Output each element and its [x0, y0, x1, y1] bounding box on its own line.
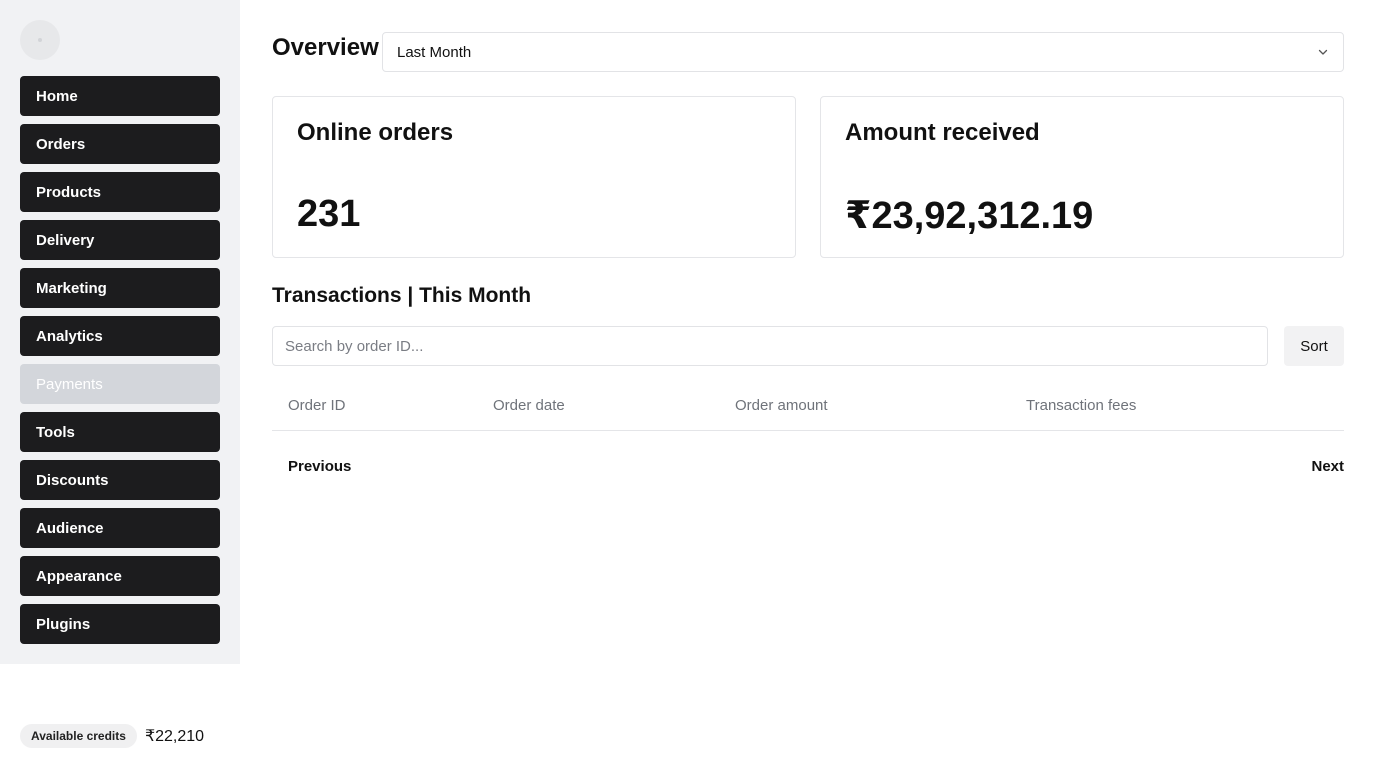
sidebar-item-plugins[interactable]: Plugins [20, 604, 220, 644]
column-header-transaction-fees[interactable]: Transaction fees [1026, 397, 1136, 414]
store-logo[interactable] [20, 20, 60, 60]
column-header-order-id[interactable]: Order ID [288, 397, 346, 414]
available-credits: Available credits ₹22,210 [20, 724, 204, 748]
card-value: 231 [297, 193, 361, 235]
column-header-order-date[interactable]: Order date [493, 397, 565, 414]
page-title: Overview [272, 34, 379, 61]
chevron-down-icon [1318, 49, 1328, 55]
sidebar-item-tools[interactable]: Tools [20, 412, 220, 452]
period-select[interactable]: Last Month [382, 32, 1344, 72]
period-select-value: Last Month [397, 43, 472, 61]
sidebar-item-audience[interactable]: Audience [20, 508, 220, 548]
sidebar-item-delivery[interactable]: Delivery [20, 220, 220, 260]
sidebar: Home Orders Products Delivery Marketing … [0, 0, 240, 664]
credits-value: ₹22,210 [144, 728, 205, 745]
logo-dot-icon [38, 38, 42, 42]
sidebar-item-appearance[interactable]: Appearance [20, 556, 220, 596]
previous-page-button[interactable]: Previous [288, 458, 351, 475]
amount-received-card: Amount received ₹23,92,312.19 [820, 96, 1344, 258]
search-input[interactable] [272, 326, 1268, 366]
transactions-title: Transactions | This Month [272, 284, 532, 307]
card-title: Online orders [297, 119, 454, 146]
card-value: ₹23,92,312.19 [845, 195, 1094, 237]
column-header-order-amount[interactable]: Order amount [735, 397, 828, 414]
sidebar-item-products[interactable]: Products [20, 172, 220, 212]
sidebar-item-marketing[interactable]: Marketing [20, 268, 220, 308]
next-page-button[interactable]: Next [1311, 458, 1344, 475]
card-title: Amount received [845, 119, 1040, 146]
sidebar-item-orders[interactable]: Orders [20, 124, 220, 164]
sidebar-item-analytics[interactable]: Analytics [20, 316, 220, 356]
sidebar-item-payments[interactable]: Payments [20, 364, 220, 404]
sidebar-item-home[interactable]: Home [20, 76, 220, 116]
online-orders-card: Online orders 231 [272, 96, 796, 258]
sort-button[interactable]: Sort [1284, 326, 1344, 366]
sidebar-item-discounts[interactable]: Discounts [20, 460, 220, 500]
transactions-table-header: Order ID Order date Order amount Transac… [272, 386, 1344, 431]
sidebar-nav: Home Orders Products Delivery Marketing … [20, 76, 220, 652]
credits-badge: Available credits [20, 724, 137, 748]
